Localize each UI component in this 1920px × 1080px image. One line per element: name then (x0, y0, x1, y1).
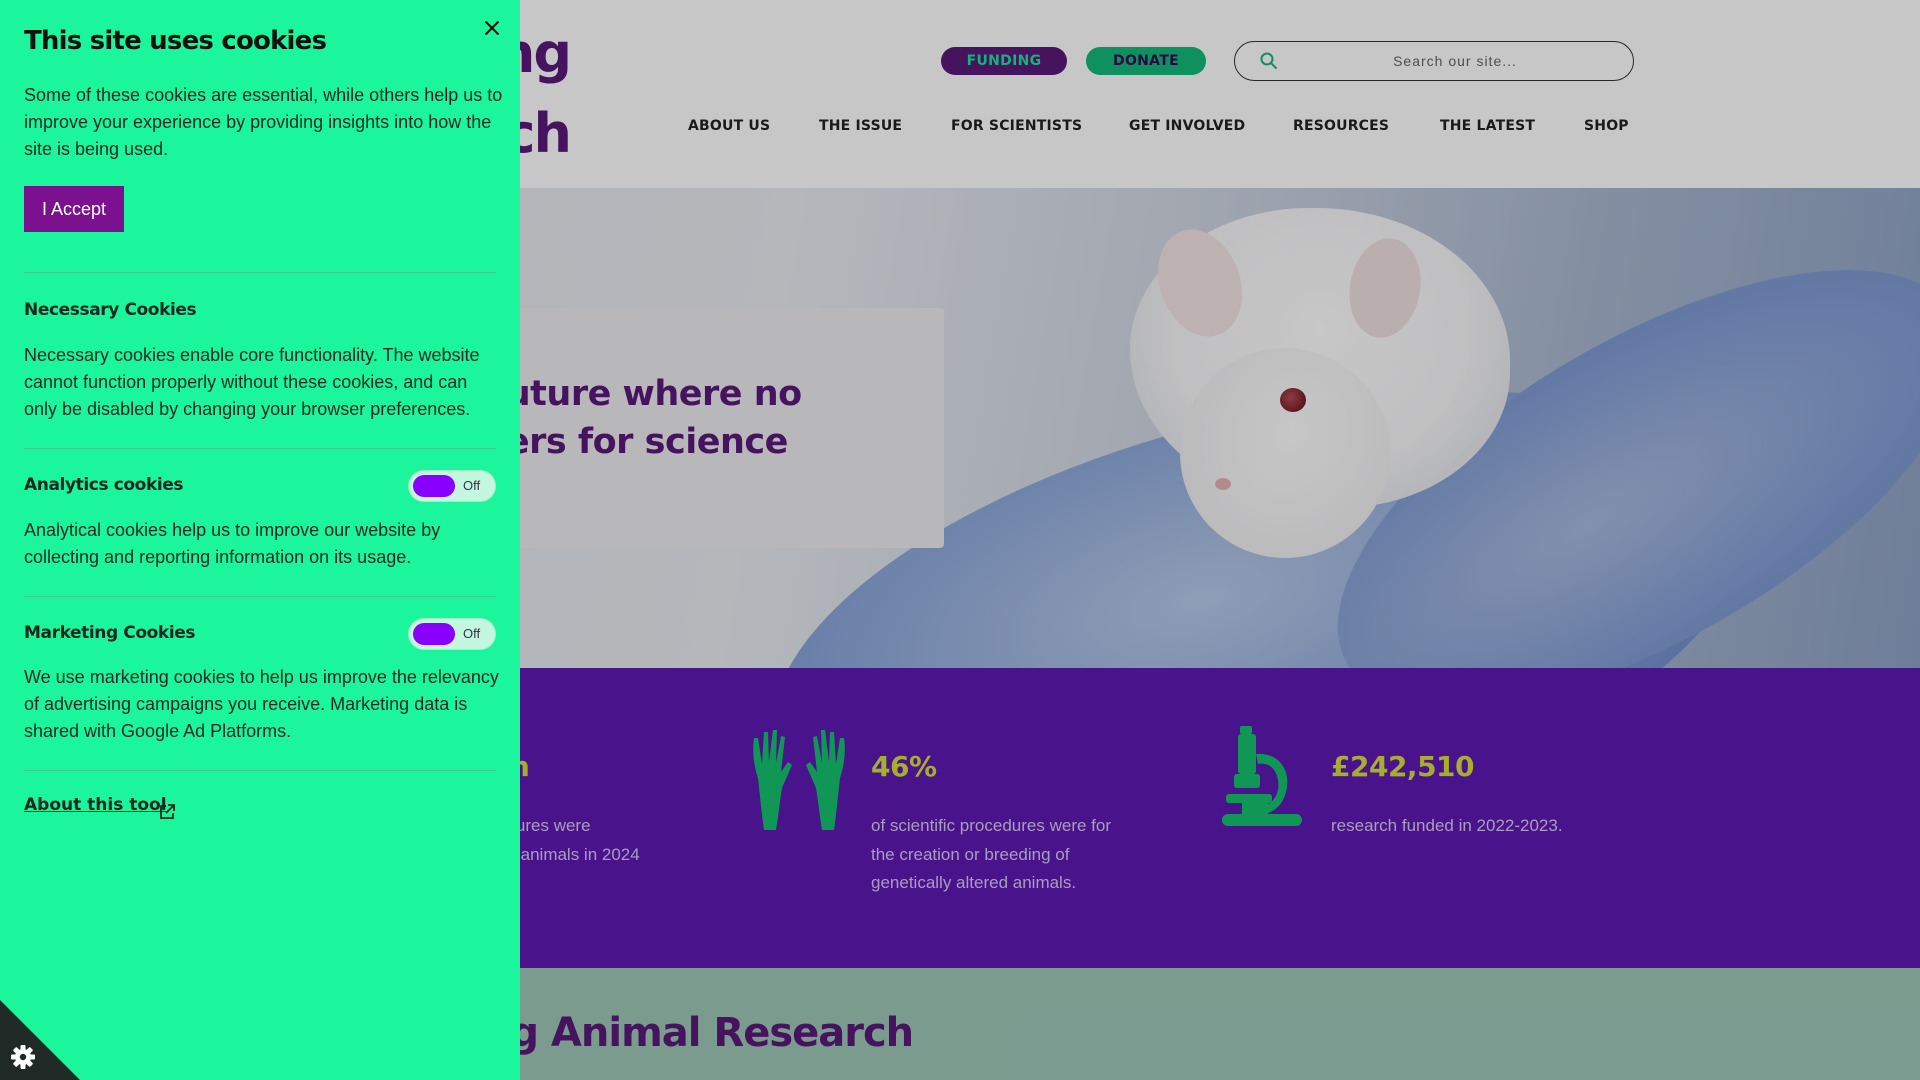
gear-icon[interactable] (0, 1000, 80, 1080)
divider (24, 596, 496, 597)
analytics-cookies-text: Analytical cookies help us to improve ou… (24, 520, 441, 567)
external-link-icon[interactable] (158, 803, 176, 821)
necessary-cookies-text: Necessary cookies enable core functional… (24, 345, 480, 419)
necessary-cookies-title: Necessary Cookies (24, 300, 197, 320)
marketing-cookies-title: Marketing Cookies (24, 623, 196, 643)
divider (24, 448, 496, 449)
cookie-consent-panel: This site uses cookies Some of these coo… (0, 0, 520, 1080)
analytics-cookies-toggle[interactable]: Off (408, 470, 496, 502)
divider (24, 272, 496, 273)
toggle-state-label: Off (463, 478, 481, 493)
about-this-tool-link[interactable]: About this tool (24, 795, 167, 815)
cookie-intro-text: Some of these cookies are essential, whi… (24, 85, 503, 159)
toggle-knob (413, 623, 455, 645)
marketing-cookies-toggle[interactable]: Off (408, 618, 496, 650)
cookie-settings-button[interactable] (0, 1000, 80, 1080)
marketing-cookies-text: We use marketing cookies to help us impr… (24, 667, 499, 741)
close-icon[interactable] (480, 16, 504, 40)
cookie-panel-title: This site uses cookies (24, 26, 327, 56)
divider (24, 770, 496, 771)
toggle-state-label: Off (463, 626, 481, 641)
accept-button[interactable]: I Accept (24, 186, 124, 232)
toggle-knob (413, 475, 455, 497)
analytics-cookies-title: Analytics cookies (24, 475, 184, 495)
